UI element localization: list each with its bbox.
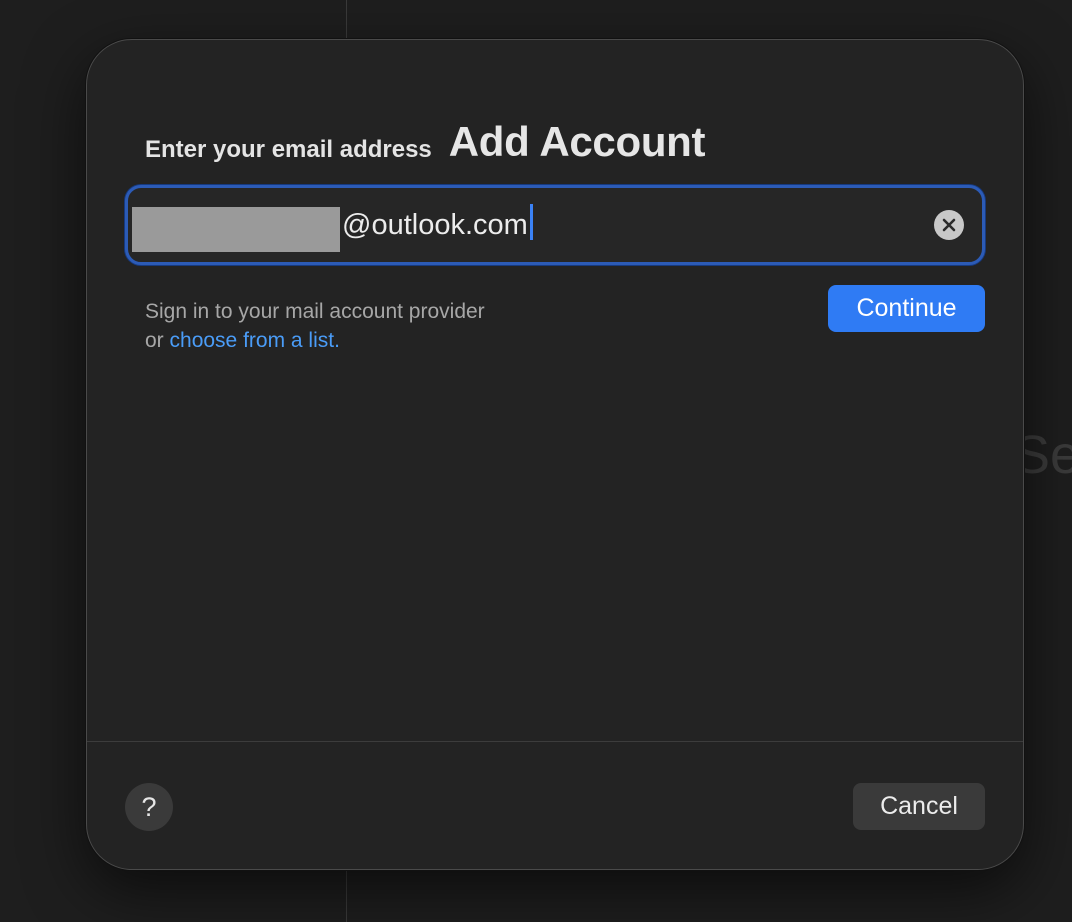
choose-from-list-link[interactable]: choose from a list. bbox=[170, 329, 340, 352]
close-icon bbox=[942, 218, 956, 232]
cancel-button[interactable]: Cancel bbox=[853, 783, 985, 830]
help-button[interactable]: ? bbox=[125, 783, 173, 831]
clear-field-button[interactable] bbox=[934, 210, 964, 240]
footer-divider bbox=[87, 741, 1023, 742]
hint-prefix: or bbox=[145, 329, 170, 352]
email-field[interactable]: @outlook.com bbox=[125, 185, 985, 265]
email-field-value: @outlook.com bbox=[342, 209, 528, 241]
text-caret bbox=[529, 204, 533, 240]
hint-line-2: or choose from a list. bbox=[145, 326, 485, 355]
hint-line-1: Sign in to your mail account provider bbox=[145, 300, 485, 323]
redacted-username bbox=[132, 207, 340, 252]
email-field-value-wrap: @outlook.com bbox=[342, 204, 533, 242]
dialog-subtitle: Enter your email address bbox=[145, 136, 432, 163]
add-account-dialog: Add Account Enter your email address @ou… bbox=[86, 39, 1024, 870]
continue-button[interactable]: Continue bbox=[828, 285, 985, 332]
sign-in-hint: Sign in to your mail account provider or… bbox=[145, 297, 485, 355]
